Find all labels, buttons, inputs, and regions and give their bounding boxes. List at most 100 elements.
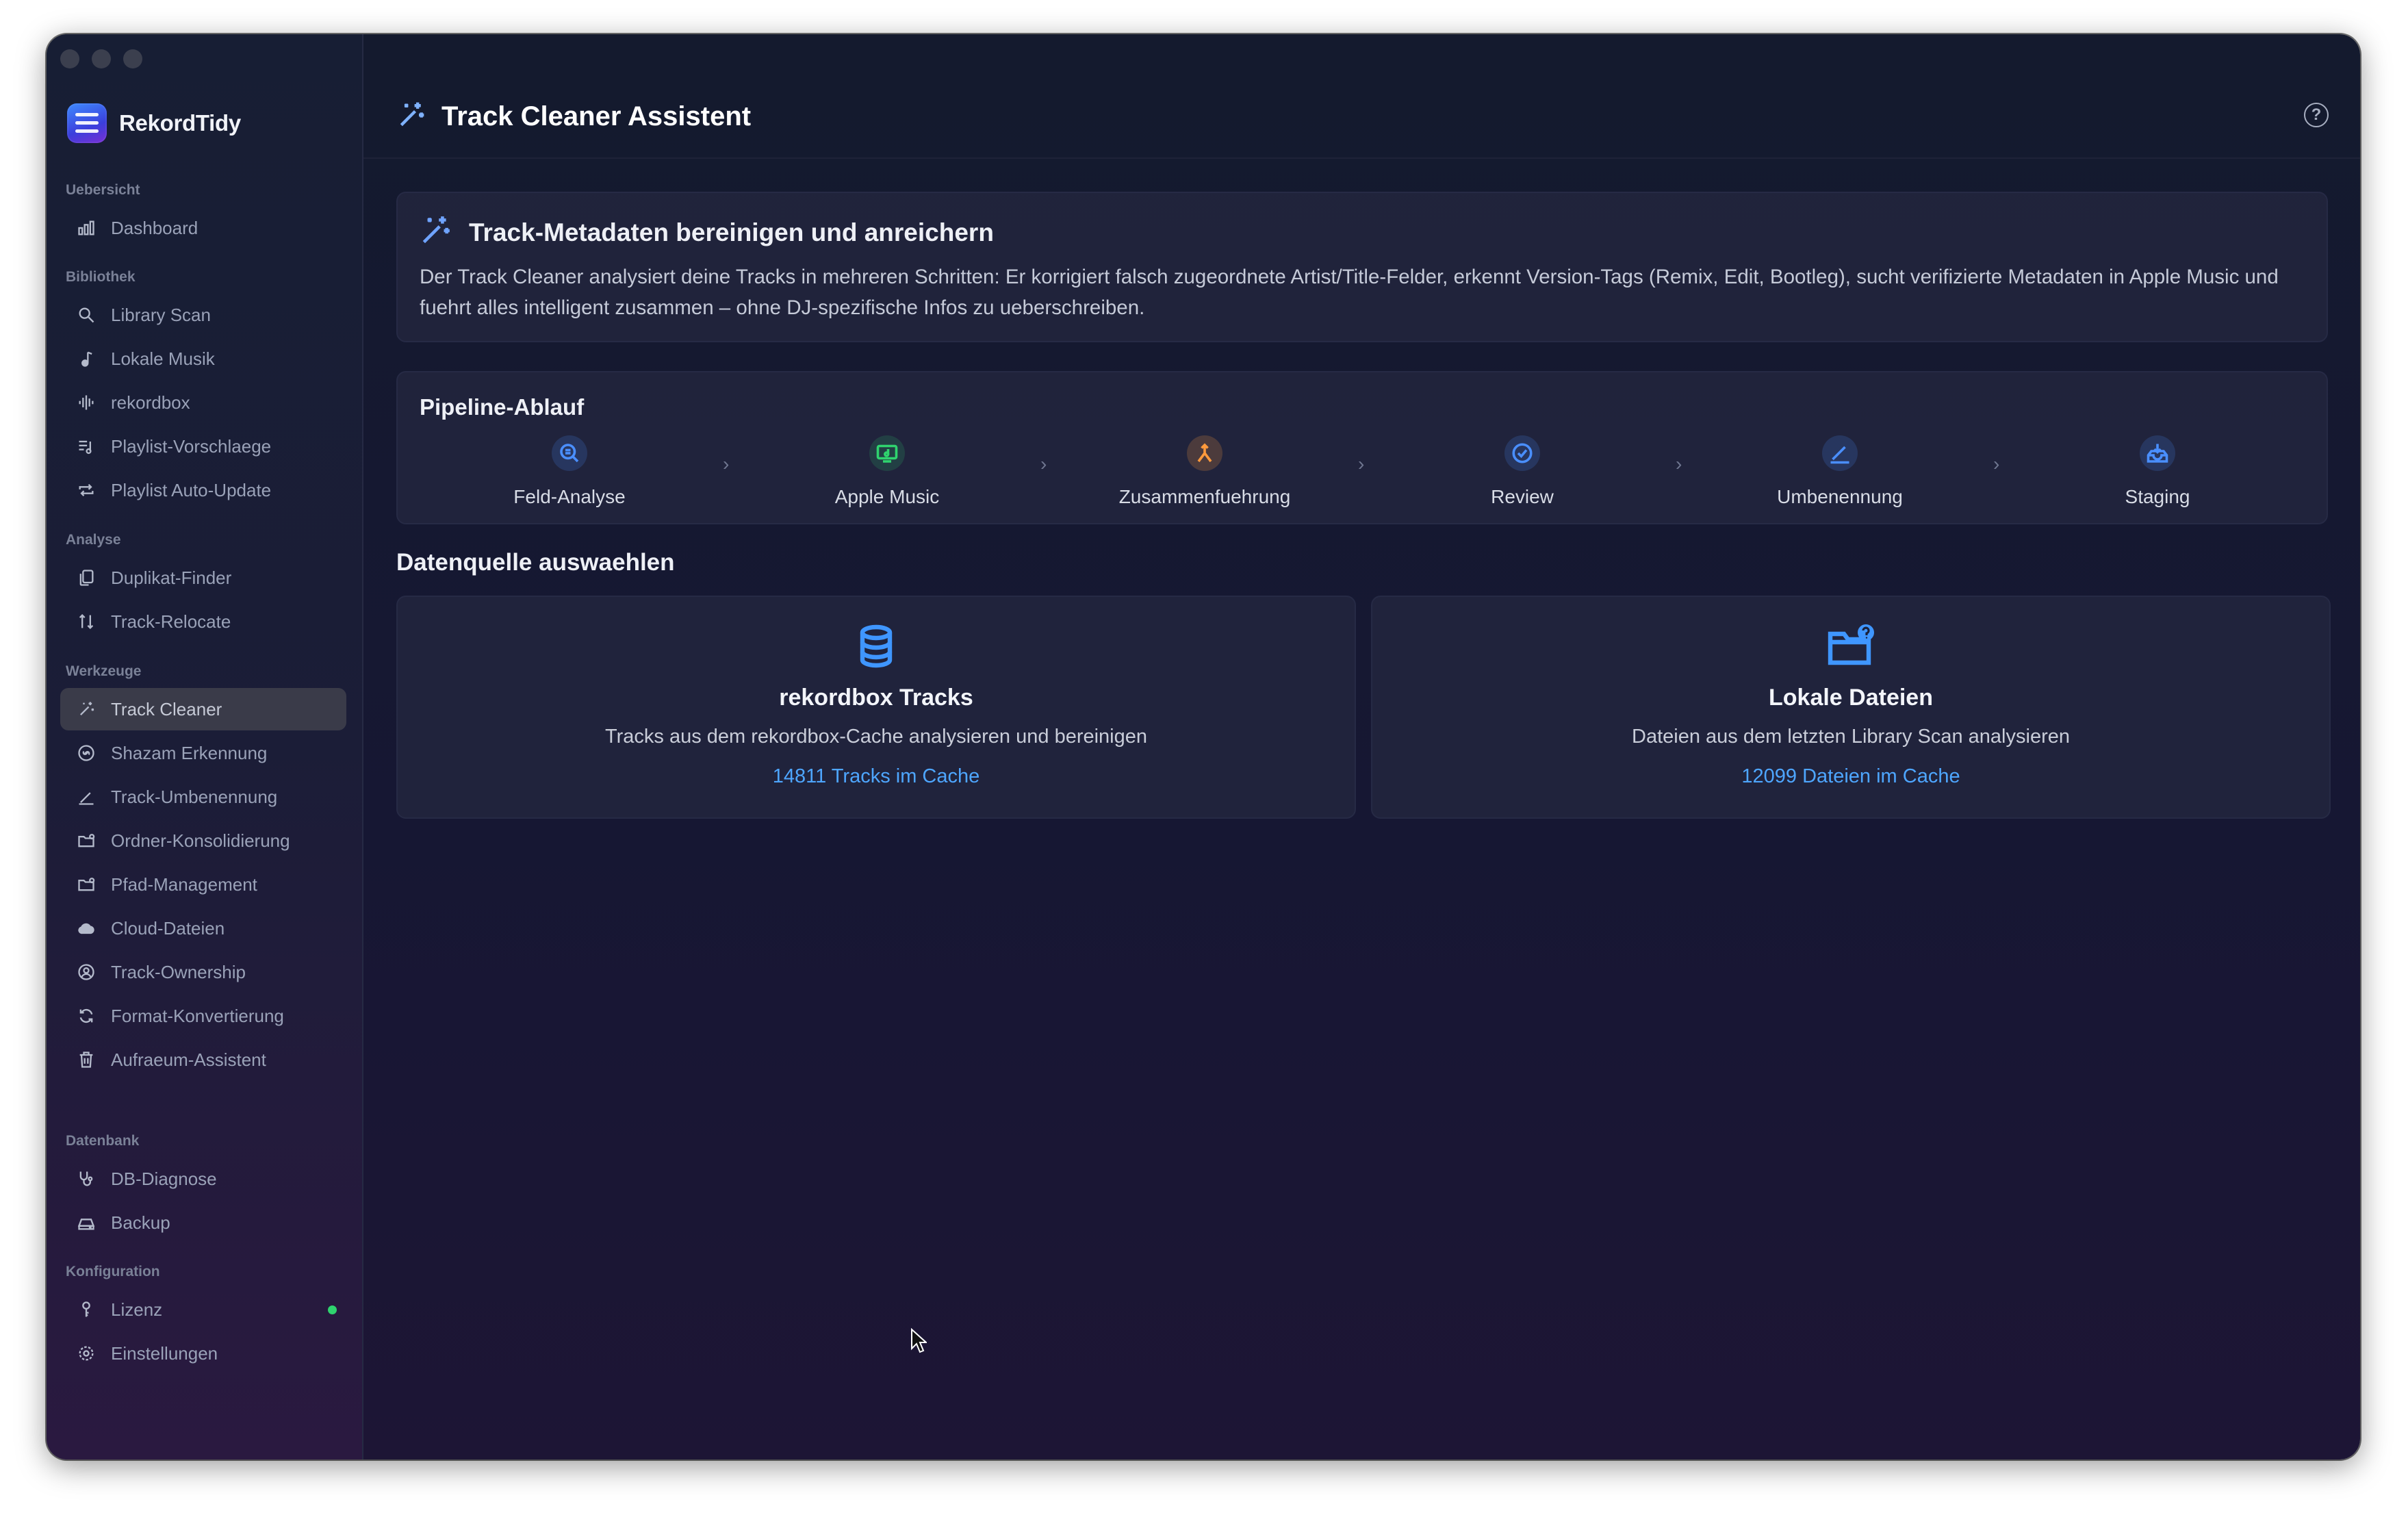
- pipeline-step-apple-music: Apple Music: [784, 435, 990, 508]
- page-header: Track Cleaner Assistent: [396, 100, 751, 133]
- sidebar-item-label: Ordner-Konsolidierung: [111, 830, 290, 851]
- repeat-icon: [75, 479, 97, 501]
- shazam-icon: [75, 742, 97, 764]
- sidebar-item-label: Track-Umbenennung: [111, 786, 278, 807]
- chevron-right-icon: ›: [1676, 453, 1682, 474]
- pipeline-step-review: Review: [1420, 435, 1625, 508]
- section-label-uebersicht: Uebersicht: [66, 182, 140, 198]
- pencil-icon: [1822, 435, 1858, 471]
- convert-icon: [75, 1005, 97, 1027]
- apple-music-icon: [869, 435, 905, 471]
- merge-icon: [1187, 435, 1222, 471]
- page-title: Track Cleaner Assistent: [441, 101, 752, 131]
- sidebar-item-dashboard[interactable]: Dashboard: [60, 207, 346, 249]
- pipeline-title: Pipeline-Ablauf: [420, 394, 585, 420]
- folder-icon: [75, 874, 97, 895]
- info-card: Track-Metadaten bereinigen und anreicher…: [396, 192, 2328, 342]
- sidebar-item-label: Shazam Erkennung: [111, 742, 268, 763]
- key-icon: [75, 1299, 97, 1321]
- magic-wand-icon: [418, 214, 452, 251]
- sidebar-item-playlist-vorschlaege[interactable]: Playlist-Vorschlaege: [60, 425, 346, 468]
- datasource-option-title: rekordbox Tracks: [779, 685, 973, 711]
- backup-drive-icon: [75, 1212, 97, 1234]
- sidebar: RekordTidy Uebersicht Dashboard Biblioth…: [47, 34, 363, 1459]
- datasource-option-rekordbox[interactable]: rekordbox Tracks Tracks aus dem rekordbo…: [396, 596, 1356, 819]
- sidebar-item-pfad-management[interactable]: Pfad-Management: [60, 863, 346, 906]
- sidebar-item-duplikat-finder[interactable]: Duplikat-Finder: [60, 557, 346, 599]
- sidebar-item-shazam-erkennung[interactable]: Shazam Erkennung: [60, 732, 346, 774]
- sidebar-item-label: Playlist Auto-Update: [111, 479, 272, 500]
- mouse-pointer-icon: [911, 1328, 927, 1353]
- section-label-bibliothek: Bibliothek: [66, 269, 136, 285]
- sidebar-item-track-cleaner[interactable]: Track Cleaner: [60, 688, 346, 730]
- section-label-werkzeuge: Werkzeuge: [66, 663, 142, 679]
- datasource-option-count: 14811 Tracks im Cache: [772, 765, 980, 787]
- sidebar-item-label: Aufraeum-Assistent: [111, 1049, 266, 1070]
- pipeline-step-label: Staging: [2125, 486, 2190, 507]
- checkmark-circle-icon: [1504, 435, 1540, 471]
- main-content: Track Cleaner Assistent ? Track-Metadate…: [363, 34, 2360, 1459]
- sidebar-item-label: Library Scan: [111, 304, 211, 325]
- music-note-icon: [75, 348, 97, 370]
- bar-chart-icon: [75, 217, 97, 239]
- datasource-option-description: Tracks aus dem rekordbox-Cache analysier…: [604, 726, 1148, 748]
- magic-wand-icon: [75, 698, 97, 720]
- sidebar-item-format-konvertierung[interactable]: Format-Konvertierung: [60, 995, 346, 1037]
- sidebar-item-label: Dashboard: [111, 217, 198, 238]
- tray-download-icon: [2140, 435, 2175, 471]
- sidebar-item-label: rekordbox: [111, 392, 190, 413]
- pipeline-step-label: Apple Music: [834, 486, 940, 507]
- info-description: Der Track Cleaner analysiert deine Track…: [420, 266, 2279, 319]
- sidebar-item-track-umbenennung[interactable]: Track-Umbenennung: [60, 776, 346, 818]
- sidebar-item-playlist-auto-update[interactable]: Playlist Auto-Update: [60, 469, 346, 511]
- stethoscope-icon: [75, 1168, 97, 1190]
- database-icon: [851, 622, 901, 671]
- search-icon: [75, 304, 97, 326]
- sidebar-item-label: Cloud-Dateien: [111, 917, 225, 939]
- help-icon[interactable]: ?: [2304, 103, 2329, 127]
- chevron-right-icon: ›: [1358, 453, 1365, 474]
- datasource-option-local-files[interactable]: Lokale Dateien Dateien aus dem letzten L…: [1371, 596, 2331, 819]
- app-window: RekordTidy Uebersicht Dashboard Biblioth…: [47, 34, 2360, 1459]
- sidebar-item-lizenz[interactable]: Lizenz: [60, 1288, 346, 1331]
- sidebar-item-einstellungen[interactable]: Einstellungen: [60, 1332, 346, 1375]
- sidebar-item-label: Playlist-Vorschlaege: [111, 435, 272, 457]
- playlist-add-icon: [75, 435, 97, 457]
- sidebar-item-label: Backup: [111, 1212, 170, 1233]
- folder-icon: [75, 830, 97, 852]
- app-brand: RekordTidy: [67, 103, 241, 144]
- sidebar-item-track-relocate[interactable]: Track-Relocate: [60, 600, 346, 643]
- gear-icon: [75, 1342, 97, 1364]
- ownership-icon: [75, 961, 97, 983]
- minimize-window-button[interactable]: [92, 49, 111, 68]
- app-logo-icon: [67, 103, 107, 143]
- sidebar-item-label: Einstellungen: [111, 1342, 218, 1364]
- sidebar-item-label: Lizenz: [111, 1299, 163, 1320]
- datasource-option-description: Dateien aus dem letzten Library Scan ana…: [1632, 726, 2070, 748]
- sidebar-item-label: Pfad-Management: [111, 874, 257, 895]
- sidebar-item-lokale-musik[interactable]: Lokale Musik: [60, 337, 346, 380]
- datasource-option-count: 12099 Dateien im Cache: [1741, 765, 1960, 787]
- info-title: Track-Metadaten bereinigen und anreicher…: [469, 218, 994, 246]
- sidebar-item-ordner-konsolidierung[interactable]: Ordner-Konsolidierung: [60, 819, 346, 862]
- sidebar-item-library-scan[interactable]: Library Scan: [60, 294, 346, 336]
- magic-wand-icon: [396, 100, 426, 133]
- datasource-title: Datenquelle auswaehlen: [396, 549, 675, 576]
- close-window-button[interactable]: [60, 49, 79, 68]
- sidebar-item-track-ownership[interactable]: Track-Ownership: [60, 951, 346, 993]
- sidebar-item-label: Format-Konvertierung: [111, 1005, 284, 1026]
- zoom-window-button[interactable]: [123, 49, 142, 68]
- sidebar-item-label: Track Cleaner: [111, 698, 222, 719]
- sidebar-item-backup[interactable]: Backup: [60, 1201, 346, 1244]
- license-status-dot: [328, 1305, 337, 1314]
- app-name: RekordTidy: [119, 110, 241, 136]
- pipeline-step-label: Feld-Analyse: [513, 486, 626, 507]
- sidebar-item-db-diagnose[interactable]: DB-Diagnose: [60, 1158, 346, 1200]
- sidebar-item-cloud-dateien[interactable]: Cloud-Dateien: [60, 907, 346, 949]
- section-label-datenbank: Datenbank: [66, 1133, 140, 1149]
- info-header: Track-Metadaten bereinigen und anreicher…: [418, 214, 994, 251]
- relocate-icon: [75, 611, 97, 633]
- window-controls: [60, 49, 142, 68]
- sidebar-item-rekordbox[interactable]: rekordbox: [60, 381, 346, 424]
- sidebar-item-aufraeum-assistent[interactable]: Aufraeum-Assistent: [60, 1038, 346, 1081]
